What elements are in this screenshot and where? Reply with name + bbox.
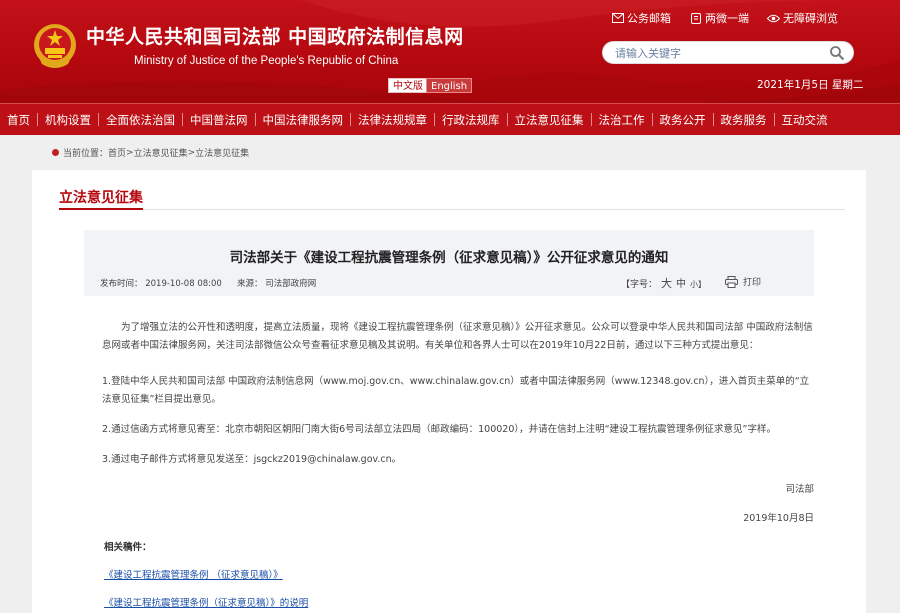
search-input[interactable] xyxy=(615,44,815,62)
official-mail-link[interactable]: 公务邮箱 xyxy=(612,10,671,26)
nav-item-legal-services[interactable]: 中国法律服务网 xyxy=(256,104,351,136)
accessible-browsing-label: 无障碍浏览 xyxy=(783,12,838,25)
breadcrumb-level2[interactable]: 立法意见征集 xyxy=(195,146,249,159)
mail-icon xyxy=(612,13,624,23)
accessible-browsing-link[interactable]: 无障碍浏览 xyxy=(767,10,838,26)
breadcrumb-level1[interactable]: 立法意见征集 xyxy=(134,146,188,159)
article-title: 司法部关于《建设工程抗震管理条例（征求意见稿）》公开征求意见的通知 xyxy=(229,250,669,266)
article-paragraph-method1: 1.登陆中华人民共和国司法部 中国政府法制信息网（www.moj.gov.cn、… xyxy=(102,376,810,405)
nav-item-admin-regulations[interactable]: 行政法规库 xyxy=(435,104,507,136)
font-size-small-button[interactable]: 小】 xyxy=(690,279,706,290)
location-dot-icon xyxy=(52,149,59,156)
lang-chinese-button[interactable]: 中文版 xyxy=(388,78,428,93)
related-link-explanation[interactable]: 《建设工程抗震管理条例（征求意见稿）》的说明 xyxy=(104,595,308,609)
official-mail-label: 公务邮箱 xyxy=(627,12,671,25)
mobile-icon xyxy=(691,12,701,24)
nav-item-rule-of-law[interactable]: 全面依法治国 xyxy=(99,104,182,136)
article-signature-date: 2019年10月8日 xyxy=(743,513,814,524)
article-paragraph-method3: 3.通过电子邮件方式将意见发送至：jsgckz2019@chinalaw.gov… xyxy=(102,454,402,465)
section-title-underline xyxy=(59,208,143,210)
breadcrumb: 当前位置： 首页 > 立法意见征集 > 立法意见征集 xyxy=(52,146,249,159)
article-paragraph-intro: 为了增强立法的公开性和透明度，提高立法质量，现将《建设工程抗震管理条例（征求意见… xyxy=(102,322,813,351)
nav-item-organization[interactable]: 机构设置 xyxy=(38,104,98,136)
site-header: 中华人民共和国司法部 中国政府法制信息网 Ministry of Justice… xyxy=(0,0,900,103)
printer-icon xyxy=(725,275,738,288)
nav-item-interaction[interactable]: 互动交流 xyxy=(775,104,835,136)
font-size-medium-button[interactable]: 中 xyxy=(676,275,686,290)
content-panel: 立法意见征集 司法部关于《建设工程抗震管理条例（征求意见稿）》公开征求意见的通知… xyxy=(32,170,866,613)
nav-item-legislative-comments[interactable]: 立法意见征集 xyxy=(508,104,591,136)
publish-time-value: 2019-10-08 08:00 xyxy=(145,279,222,289)
search-icon[interactable] xyxy=(829,45,845,61)
breadcrumb-home[interactable]: 首页 xyxy=(108,146,126,159)
site-subtitle: Ministry of Justice of the People's Repu… xyxy=(134,55,399,67)
article-paragraph-method2: 2.通过信函方式将意见寄至：北京市朝阳区朝阳门南大街6号司法部立法四局（邮政编码… xyxy=(102,424,776,435)
nav-item-legal-work[interactable]: 法治工作 xyxy=(592,104,652,136)
nav-item-gov-services[interactable]: 政务服务 xyxy=(714,104,774,136)
font-size-label: 【字号： xyxy=(621,280,658,290)
source-value: 司法部政府网 xyxy=(265,279,317,289)
site-title: 中华人民共和国司法部 中国政府法制信息网 xyxy=(86,26,464,48)
nav-item-law-popularization[interactable]: 中国普法网 xyxy=(183,104,255,136)
national-emblem-icon xyxy=(34,24,76,68)
current-date: 2021年1月5日 星期二 xyxy=(757,79,864,91)
related-link-draft[interactable]: 《建设工程抗震管理条例 （征求意见稿）》 xyxy=(104,567,283,581)
eye-icon xyxy=(767,14,780,22)
related-articles-heading: 相关稿件： xyxy=(104,542,152,553)
article-source: 来源： 司法部政府网 xyxy=(237,277,316,289)
breadcrumb-separator: > xyxy=(126,147,134,158)
print-label: 打印 xyxy=(743,278,762,288)
breadcrumb-separator: > xyxy=(187,147,196,158)
article-header: 司法部关于《建设工程抗震管理条例（征求意见稿）》公开征求意见的通知 发布时间： … xyxy=(84,230,814,296)
section-title: 立法意见征集 xyxy=(59,190,143,206)
nav-item-gov-affairs-open[interactable]: 政务公开 xyxy=(653,104,713,136)
article-signature: 司法部 xyxy=(785,484,814,495)
lang-english-button[interactable]: English xyxy=(426,78,473,93)
weibo-wechat-link[interactable]: 两微一端 xyxy=(690,10,749,26)
main-nav: 首页 机构设置 全面依法治国 中国普法网 中国法律服务网 法律法规规章 行政法规… xyxy=(0,103,900,135)
section-rule xyxy=(59,209,845,210)
breadcrumb-prefix: 当前位置： xyxy=(63,149,109,159)
nav-item-home[interactable]: 首页 xyxy=(0,104,37,136)
print-button[interactable]: 打印 xyxy=(725,275,761,288)
source-label: 来源： xyxy=(237,279,263,289)
publish-time-label: 发布时间： xyxy=(100,279,143,289)
publish-time: 发布时间： 2019-10-08 08:00 xyxy=(100,277,222,289)
font-size-large-button[interactable]: 大 xyxy=(661,275,672,291)
font-size-control: 【字号： 大 中 小】 xyxy=(621,275,706,291)
weibo-wechat-label: 两微一端 xyxy=(705,12,749,25)
nav-item-laws-regulations[interactable]: 法律法规规章 xyxy=(351,104,434,136)
search-box xyxy=(602,41,854,64)
